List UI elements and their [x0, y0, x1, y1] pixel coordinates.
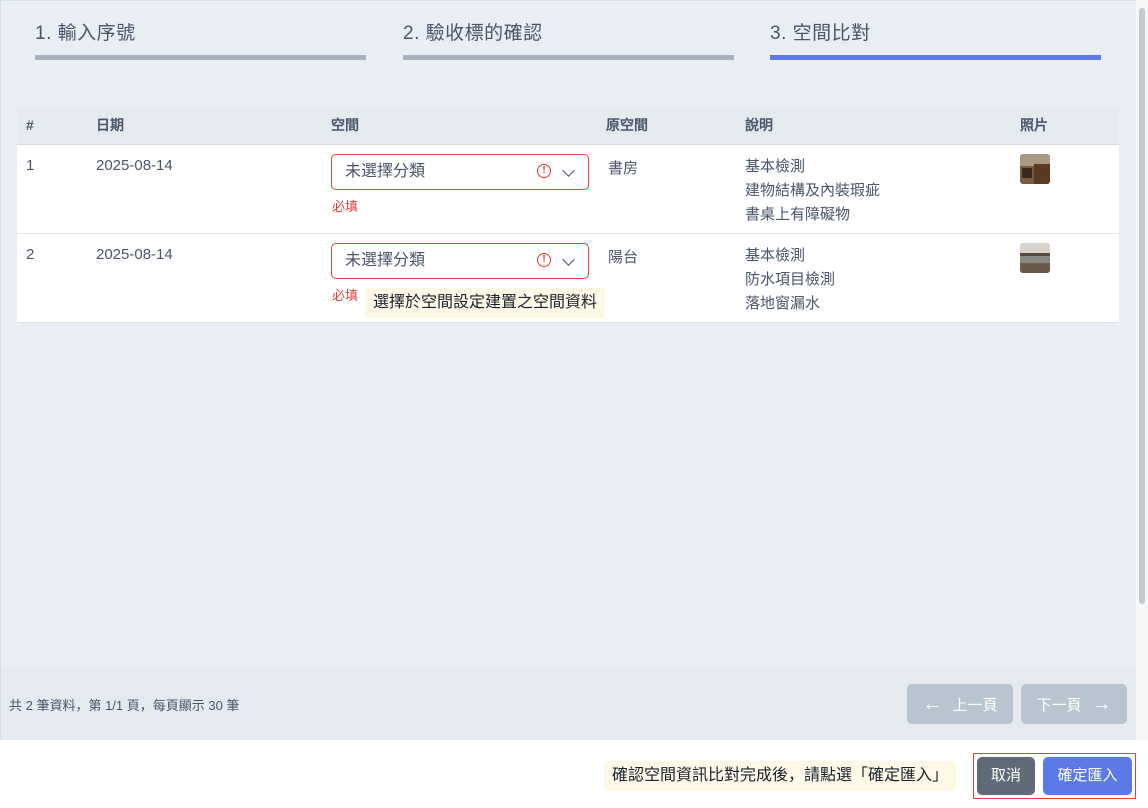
cancel-button[interactable]: 取消: [977, 757, 1035, 795]
chevron-down-icon: [562, 164, 575, 177]
header-description: 說明: [745, 117, 773, 133]
row-original-space: 書房: [608, 160, 639, 177]
space-select-value: 未選擇分類: [345, 163, 426, 180]
description-line: 落地窗漏水: [745, 295, 821, 312]
table-row: 1 2025-08-14 未選擇分類 ! 必填 書房 基本檢測 建物結構及內裝瑕…: [17, 145, 1119, 234]
prev-page-button[interactable]: ← 上一頁: [907, 684, 1013, 724]
step-2: 2. 驗收標的確認: [403, 21, 734, 60]
chevron-down-icon: [562, 253, 575, 266]
scrollbar-thumb[interactable]: [1139, 8, 1145, 604]
description-line: 防水項目檢測: [745, 271, 836, 288]
row-date: 2025-08-14: [96, 157, 173, 174]
description-line: 基本檢測: [745, 158, 806, 175]
step-3: 3. 空間比對: [770, 21, 1101, 60]
space-select[interactable]: 未選擇分類 !: [331, 154, 589, 190]
confirm-import-button[interactable]: 確定匯入: [1043, 757, 1132, 795]
content-area: # 日期 空間 原空間 說明 照片 1 2025-08-14 未選擇分類 ! 必…: [0, 92, 1136, 667]
step-3-bar: [770, 55, 1101, 60]
header-original-space: 原空間: [606, 117, 648, 133]
step-1-bar: [35, 55, 366, 60]
row-description: 基本檢測 防水項目檢測 落地窗漏水: [745, 244, 835, 316]
row-number: 2: [26, 246, 35, 263]
prev-page-label: 上一頁: [952, 696, 998, 714]
row-date: 2025-08-14: [96, 246, 173, 263]
space-select[interactable]: 未選擇分類 !: [331, 243, 589, 279]
table-header: # 日期 空間 原空間 說明 照片: [17, 107, 1119, 145]
header-space: 空間: [331, 117, 359, 133]
step-1-label: 1. 輸入序號: [35, 23, 136, 44]
next-page-button[interactable]: 下一頁 →: [1021, 684, 1127, 724]
description-line: 基本檢測: [745, 247, 806, 264]
header-photo: 照片: [1020, 117, 1048, 133]
confirm-hint-tooltip: 確認空間資訊比對完成後，請點選「確定匯入」: [604, 761, 957, 791]
required-message: 必填: [332, 199, 359, 214]
photo-thumbnail[interactable]: [1020, 154, 1050, 184]
space-select-value: 未選擇分類: [345, 252, 426, 269]
step-2-label: 2. 驗收標的確認: [403, 23, 543, 44]
step-1: 1. 輸入序號: [35, 21, 366, 60]
row-description: 基本檢測 建物結構及內裝瑕疵 書桌上有障礙物: [745, 155, 880, 227]
row-number: 1: [26, 157, 35, 174]
step-3-label: 3. 空間比對: [770, 23, 871, 44]
space-hint-tooltip: 選擇於空間設定建置之空間資料: [365, 288, 606, 318]
required-message: 必填: [332, 288, 359, 303]
pagination-bar: 共 2 筆資料，第 1/1 頁，每頁顯示 30 筆 ← 上一頁 下一頁 →: [0, 667, 1136, 740]
import-dialog: 1. 輸入序號 2. 驗收標的確認 3. 空間比對 # 日期 空間 原空間 說明…: [0, 0, 1148, 808]
alert-circle-icon: !: [537, 164, 551, 178]
row-original-space: 陽台: [608, 249, 639, 266]
next-page-label: 下一頁: [1036, 696, 1082, 714]
scrollbar[interactable]: [1136, 0, 1148, 740]
description-line: 建物結構及內裝瑕疵: [745, 182, 881, 199]
header-num: #: [26, 117, 34, 133]
photo-thumbnail[interactable]: [1020, 243, 1050, 273]
page-info: 共 2 筆資料，第 1/1 頁，每頁顯示 30 筆: [9, 698, 240, 713]
arrow-right-icon: →: [1091, 693, 1112, 715]
arrow-left-icon: ←: [922, 693, 943, 715]
alert-circle-icon: !: [537, 253, 551, 267]
description-line: 書桌上有障礙物: [745, 206, 851, 223]
stepper: 1. 輸入序號 2. 驗收標的確認 3. 空間比對: [0, 0, 1136, 92]
step-2-bar: [403, 55, 734, 60]
header-date: 日期: [96, 117, 124, 133]
